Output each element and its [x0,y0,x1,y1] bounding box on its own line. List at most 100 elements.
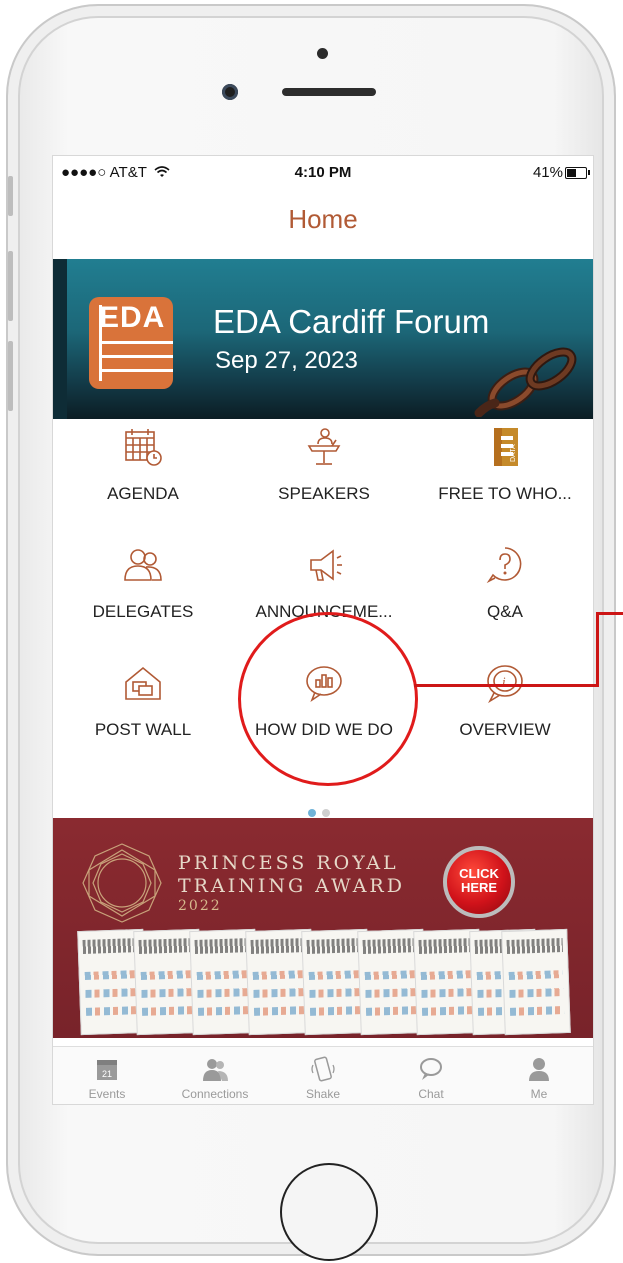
card-graphic [196,970,251,980]
tab-label: Events [88,1087,126,1101]
tab-bar: 21 Events Connections Shake Chat Me [53,1046,593,1104]
event-title: EDA Cardiff Forum [213,303,490,340]
card-graphic [252,970,307,980]
logo-line [99,341,173,344]
card-graphic [85,988,140,998]
proximity-sensor [317,48,328,59]
card-graphic [141,988,196,998]
card-graphic [197,1006,253,1016]
tab-me[interactable]: Me [485,1047,593,1101]
volume-down-button [8,341,13,411]
tab-label: Chat [418,1087,444,1101]
data-chart-icon: DATA [494,428,518,466]
post-wall-icon [125,666,161,700]
tab-label: Connections [181,1087,249,1101]
menu-item-speakers[interactable]: SPEAKERS [234,426,414,504]
battery-percent: 41% [532,164,563,181]
menu-label: OVERVIEW [459,720,551,739]
logo-line [99,369,173,372]
click-here-button[interactable]: CLICK HERE [443,846,515,918]
eda-logo: EDA [89,297,173,389]
promo-year: 2022 [178,898,222,914]
annotation-line-vertical [596,612,599,687]
tab-chat[interactable]: Chat [377,1047,485,1101]
question-bubble-icon [486,547,522,584]
card-title-lines [138,938,195,954]
speaker-podium-icon [307,428,341,465]
card-graphic [364,970,419,980]
menu-item-delegates[interactable]: DELEGATES [53,544,233,622]
menu-item-announcements[interactable]: ANNOUNCEME... [234,544,414,622]
phone-shake-icon [311,1056,335,1082]
brochure-card [501,928,571,1036]
agenda-calendar-icon [125,429,162,466]
card-graphic [84,970,139,980]
card-title-lines [506,938,563,954]
person-icon [529,1058,549,1081]
card-graphic [509,988,564,998]
menu-item-free-to-who[interactable]: DATA FREE TO WHO... [415,426,593,504]
brochure-stack [77,928,571,1038]
battery-icon [565,167,587,179]
menu-label: Q&A [487,602,523,621]
card-graphic [421,988,476,998]
tab-connections[interactable]: Connections [161,1047,269,1101]
menu-label: AGENDA [107,484,179,503]
card-graphic [253,988,308,998]
card-graphic [365,988,420,998]
card-graphic [197,988,252,998]
page-dot-active[interactable] [308,809,316,817]
tab-label: Shake [305,1087,341,1101]
card-title-lines [362,938,419,954]
people-icon [203,1059,228,1081]
calendar-day: 21 [102,1069,112,1079]
menu-label: FREE TO WHO... [438,484,572,503]
home-button[interactable] [280,1163,378,1261]
event-banner[interactable]: EDA EDA Cardiff Forum Sep 27, 2023 [53,259,593,419]
card-title-lines [194,938,251,954]
tab-shake[interactable]: Shake [269,1047,377,1101]
card-title-lines [250,938,307,954]
card-title-lines [418,938,475,954]
delegates-people-icon [124,549,162,581]
card-graphic [420,970,475,980]
status-time: 4:10 PM [294,164,352,181]
here-label: HERE [460,880,498,895]
promo-banner[interactable]: PRINCESS ROYAL TRAINING AWARD 2022 CLICK… [53,818,593,1038]
award-logo [82,843,162,923]
info-bubble-icon: i [487,665,523,704]
annotation-line-top [596,612,623,615]
card-graphic [308,970,363,980]
card-graphic [365,1006,421,1016]
earpiece-speaker [282,88,376,96]
chat-icon [420,1058,442,1080]
mute-switch [8,176,13,216]
highlight-circle [238,612,418,786]
card-graphic [509,1006,565,1016]
status-bar: ●●●●○ AT&T 4:10 PM 41% [53,156,593,190]
click-label: CLICK [459,866,499,881]
page-dot[interactable] [322,809,330,817]
promo-title: PRINCESS ROYAL TRAINING AWARD [178,852,405,898]
banner-edge [53,259,67,419]
card-graphic [141,1006,197,1016]
card-graphic [85,1006,141,1016]
card-graphic [421,1006,477,1016]
menu-item-agenda[interactable]: AGENDA [53,426,233,504]
card-graphic [140,970,195,980]
logo-line [99,355,173,358]
event-date: Sep 27, 2023 [215,347,358,374]
tab-events[interactable]: 21 Events [53,1047,161,1101]
card-graphic [508,970,563,980]
card-title-lines [306,938,363,954]
menu-item-overview[interactable]: i OVERVIEW [415,662,593,740]
chain-image [474,347,577,417]
page-title: Home [288,204,358,234]
menu-item-qa[interactable]: Q&A [415,544,593,622]
promo-line-2: TRAINING AWARD [178,875,405,897]
volume-up-button [8,251,13,321]
menu-label: POST WALL [94,720,192,739]
menu-item-post-wall[interactable]: POST WALL [53,662,233,740]
calendar-icon: 21 [97,1060,117,1080]
megaphone-icon [310,549,342,581]
